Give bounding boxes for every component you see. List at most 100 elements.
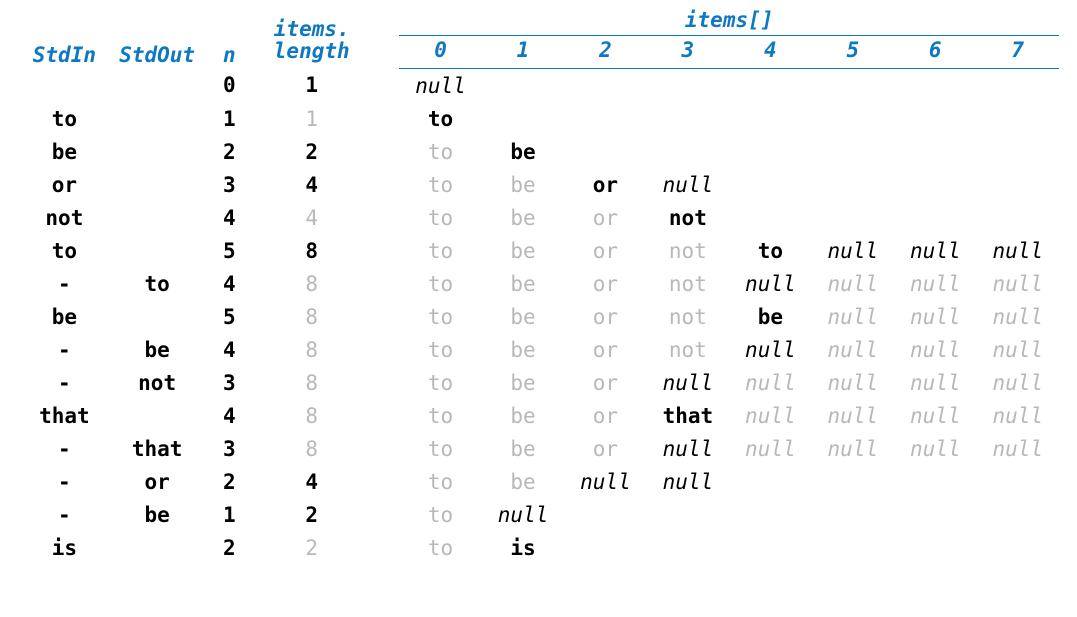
cell-item: or bbox=[564, 267, 646, 300]
cell-stdout: not bbox=[111, 366, 204, 399]
cell-item: null bbox=[812, 267, 894, 300]
gap-cell bbox=[368, 432, 399, 465]
cell-stdin: is bbox=[18, 531, 111, 564]
gap-cell bbox=[368, 168, 399, 201]
cell-length: 8 bbox=[255, 399, 368, 432]
cell-item: to bbox=[399, 498, 481, 531]
table-row: -that38tobeornullnullnullnullnull bbox=[18, 432, 1059, 465]
cell-item: to bbox=[729, 234, 811, 267]
cell-stdin: that bbox=[18, 399, 111, 432]
cell-item bbox=[564, 135, 646, 168]
cell-n: 3 bbox=[204, 168, 256, 201]
cell-item bbox=[647, 69, 729, 103]
cell-length: 2 bbox=[255, 531, 368, 564]
cell-item: null bbox=[976, 432, 1059, 465]
cell-stdin: - bbox=[18, 267, 111, 300]
cell-item: null bbox=[976, 399, 1059, 432]
gap-cell bbox=[368, 69, 399, 103]
cell-item bbox=[894, 465, 976, 498]
cell-item: null bbox=[647, 465, 729, 498]
cell-item: null bbox=[482, 498, 564, 531]
table-row: that48tobeorthatnullnullnullnull bbox=[18, 399, 1059, 432]
cell-item: null bbox=[894, 333, 976, 366]
gap-cell bbox=[368, 102, 399, 135]
cell-item bbox=[564, 531, 646, 564]
cell-item: null bbox=[812, 366, 894, 399]
cell-item: or bbox=[564, 234, 646, 267]
cell-length: 8 bbox=[255, 234, 368, 267]
cell-length: 8 bbox=[255, 300, 368, 333]
cell-item bbox=[729, 102, 811, 135]
cell-item: or bbox=[564, 300, 646, 333]
col-index-5: 5 bbox=[812, 36, 894, 69]
col-index-1: 1 bbox=[482, 36, 564, 69]
cell-stdout: to bbox=[111, 267, 204, 300]
cell-item: null bbox=[812, 432, 894, 465]
cell-item bbox=[812, 498, 894, 531]
cell-item bbox=[976, 498, 1059, 531]
cell-n: 4 bbox=[204, 201, 256, 234]
cell-item: null bbox=[894, 267, 976, 300]
table-row: -not38tobeornullnullnullnullnull bbox=[18, 366, 1059, 399]
cell-stdin: to bbox=[18, 102, 111, 135]
cell-item bbox=[976, 531, 1059, 564]
cell-n: 1 bbox=[204, 102, 256, 135]
cell-item bbox=[894, 168, 976, 201]
cell-item: null bbox=[976, 366, 1059, 399]
cell-item: null bbox=[894, 432, 976, 465]
cell-stdin: be bbox=[18, 300, 111, 333]
cell-stdin: - bbox=[18, 465, 111, 498]
cell-item bbox=[729, 168, 811, 201]
cell-item bbox=[812, 102, 894, 135]
cell-item: be bbox=[482, 432, 564, 465]
cell-stdin: to bbox=[18, 234, 111, 267]
cell-item bbox=[729, 69, 811, 103]
cell-stdout: that bbox=[111, 432, 204, 465]
cell-n: 3 bbox=[204, 432, 256, 465]
table-row: to 11 to bbox=[18, 102, 1059, 135]
cell-stdin bbox=[18, 69, 111, 103]
cell-length: 2 bbox=[255, 135, 368, 168]
cell-item bbox=[647, 135, 729, 168]
cell-item bbox=[894, 498, 976, 531]
cell-stdin: - bbox=[18, 333, 111, 366]
table-row: not44tobeornot bbox=[18, 201, 1059, 234]
cell-stdin: be bbox=[18, 135, 111, 168]
cell-length: 2 bbox=[255, 498, 368, 531]
cell-item: null bbox=[976, 333, 1059, 366]
cell-length: 4 bbox=[255, 168, 368, 201]
table-row: be58tobeornotbenullnullnull bbox=[18, 300, 1059, 333]
cell-item bbox=[812, 135, 894, 168]
trace-table: StdIn StdOut n items. length items[] 0 1… bbox=[18, 6, 1059, 564]
cell-item: or bbox=[564, 366, 646, 399]
cell-item: be bbox=[482, 267, 564, 300]
cell-item: not bbox=[647, 201, 729, 234]
cell-stdout bbox=[111, 399, 204, 432]
cell-stdout: be bbox=[111, 333, 204, 366]
cell-item: to bbox=[399, 432, 481, 465]
table-row: -or24tobenullnull bbox=[18, 465, 1059, 498]
cell-stdin: - bbox=[18, 498, 111, 531]
gap-cell bbox=[368, 465, 399, 498]
cell-item: to bbox=[399, 102, 481, 135]
col-index-6: 6 bbox=[894, 36, 976, 69]
cell-item bbox=[976, 201, 1059, 234]
cell-item: not bbox=[647, 300, 729, 333]
cell-length: 4 bbox=[255, 465, 368, 498]
cell-item: null bbox=[976, 267, 1059, 300]
cell-length: 1 bbox=[255, 102, 368, 135]
gap-cell bbox=[368, 135, 399, 168]
cell-item bbox=[812, 201, 894, 234]
cell-item: be bbox=[482, 168, 564, 201]
cell-item: be bbox=[482, 333, 564, 366]
cell-item bbox=[894, 102, 976, 135]
cell-stdin: or bbox=[18, 168, 111, 201]
cell-item: to bbox=[399, 366, 481, 399]
cell-item bbox=[729, 498, 811, 531]
cell-n: 4 bbox=[204, 333, 256, 366]
cell-stdout bbox=[111, 234, 204, 267]
cell-n: 4 bbox=[204, 399, 256, 432]
col-index-0: 0 bbox=[399, 36, 481, 69]
cell-item bbox=[812, 69, 894, 103]
cell-item: to bbox=[399, 267, 481, 300]
